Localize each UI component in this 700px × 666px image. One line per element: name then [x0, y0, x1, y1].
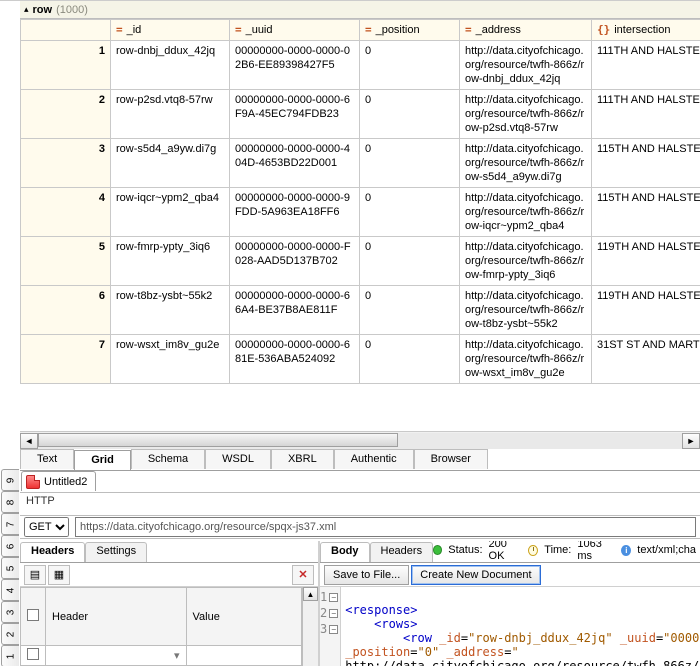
data-grid[interactable]: =_id =_uuid =_position =_address {}inter… — [20, 19, 700, 431]
status-value: 200 OK — [489, 541, 523, 562]
row-number: 1 — [21, 41, 111, 90]
response-status-bar: Status: 200 OK Time: 1063 ms i text/xml;… — [433, 541, 700, 562]
attribute-icon: = — [116, 23, 123, 36]
clock-icon — [528, 545, 538, 556]
http-panel-title: HTTP — [20, 493, 700, 511]
scroll-up-button[interactable]: ▲ — [303, 587, 318, 601]
content-type: text/xml;cha — [637, 544, 696, 556]
delete-x-icon: ✕ — [298, 568, 307, 581]
header-row-empty[interactable]: ▾ — [21, 646, 302, 666]
insert-header-button[interactable]: ▤ — [24, 565, 46, 585]
fold-icon[interactable]: − — [329, 593, 338, 602]
table-row[interactable]: 3 row-s5d4_a9yw.di7g 00000000-0000-0000-… — [21, 139, 700, 188]
fold-icon[interactable]: − — [329, 625, 338, 634]
fold-icon[interactable]: − — [329, 609, 338, 618]
vertical-tab-3[interactable]: 3 — [1, 601, 19, 623]
table-row[interactable]: 5 row-fmrp-ypty_3iq6 00000000-0000-0000-… — [21, 237, 700, 286]
http-method-select[interactable]: GET — [24, 517, 69, 537]
root-element-count: (1000) — [56, 4, 88, 16]
vertical-tab-2[interactable]: 2 — [1, 623, 19, 645]
scroll-track[interactable] — [38, 433, 682, 449]
horizontal-scrollbar[interactable]: ◄ ► — [20, 431, 700, 449]
table-row[interactable]: 7 row-wsxt_im8v_gu2e 00000000-0000-0000-… — [21, 335, 700, 384]
tab-text[interactable]: Text — [20, 449, 74, 469]
column-header-address[interactable]: =_address — [459, 20, 591, 41]
grid-corner — [21, 20, 111, 41]
http-url-input[interactable] — [75, 517, 696, 537]
cell-intersection[interactable]: 111TH AND HALSTED — [591, 41, 700, 90]
vertical-tab-strip: 1 2 3 4 5 6 7 8 9 — [0, 1, 20, 666]
tab-grid[interactable]: Grid — [74, 450, 131, 470]
save-to-file-button[interactable]: Save to File... — [324, 565, 409, 585]
table-row[interactable]: 2 row-p2sd.vtq8-57rw 00000000-0000-0000-… — [21, 90, 700, 139]
root-element-name: row — [33, 4, 53, 16]
attribute-icon: = — [465, 23, 472, 36]
cell-position[interactable]: 0 — [359, 41, 459, 90]
code-content[interactable]: <response> <rows> <row _id="row-dnbj_ddu… — [341, 587, 700, 666]
xml-file-icon — [26, 475, 40, 489]
column-header-position[interactable]: =_position — [359, 20, 459, 41]
header-value-column[interactable]: Value — [186, 588, 301, 646]
http-request-bar: GET — [20, 515, 700, 539]
vertical-tab-1[interactable]: 1 — [1, 645, 19, 666]
vertical-tab-6[interactable]: 6 — [1, 535, 19, 557]
create-new-document-button[interactable]: Create New Document — [411, 565, 540, 585]
cell-id[interactable]: row-dnbj_ddux_42jq — [111, 41, 230, 90]
cell-address[interactable]: http://data.cityofchicago.org/resource/t… — [459, 41, 591, 90]
element-icon: {} — [597, 23, 610, 36]
time-label: Time: — [544, 544, 571, 556]
attribute-icon: = — [365, 23, 372, 36]
vertical-tab-4[interactable]: 4 — [1, 579, 19, 601]
info-icon: i — [621, 545, 631, 556]
tab-response-headers[interactable]: Headers — [370, 542, 434, 562]
document-tab-bar: Untitled2 — [20, 471, 700, 493]
table-row[interactable]: 1 row-dnbj_ddux_42jq 00000000-0000-0000-… — [21, 41, 700, 90]
headers-vscroll[interactable]: ▲ — [302, 587, 318, 666]
column-header-id[interactable]: =_id — [111, 20, 230, 41]
grid-root-header[interactable]: ▴ row (1000) — [20, 1, 700, 19]
status-label: Status: — [448, 544, 482, 556]
time-value: 1063 ms — [577, 541, 615, 562]
cell-uuid[interactable]: 00000000-0000-0000-02B6-EE89398427F5 — [229, 41, 359, 90]
tab-browser[interactable]: Browser — [414, 449, 488, 469]
scroll-thumb[interactable] — [38, 433, 398, 447]
scroll-right-button[interactable]: ► — [682, 433, 700, 449]
tab-authentic[interactable]: Authentic — [334, 449, 414, 469]
checkbox[interactable] — [27, 648, 39, 660]
table-row[interactable]: 4 row-iqcr~ypm2_qba4 00000000-0000-0000-… — [21, 188, 700, 237]
status-ok-icon — [433, 545, 442, 555]
column-header-intersection[interactable]: {}intersection — [591, 20, 700, 41]
scroll-left-button[interactable]: ◄ — [20, 433, 38, 449]
line-gutter: 1− 2− 3− 4 5 — [320, 587, 341, 666]
append-header-button[interactable]: ▦ — [48, 565, 70, 585]
tab-request-settings[interactable]: Settings — [85, 542, 147, 562]
response-body-editor[interactable]: 1− 2− 3− 4 5 <response> <rows> <row _id=… — [320, 587, 700, 666]
header-name-column[interactable]: Header — [46, 588, 187, 646]
delete-header-button[interactable]: ✕ — [292, 565, 314, 585]
view-tab-bar: Text Grid Schema WSDL XBRL Authentic Bro… — [20, 449, 700, 471]
vertical-tab-7[interactable]: 7 — [1, 513, 19, 535]
tab-wsdl[interactable]: WSDL — [205, 449, 271, 469]
tab-request-headers[interactable]: Headers — [20, 542, 85, 562]
header-enable-column — [21, 588, 46, 646]
column-header-uuid[interactable]: =_uuid — [229, 20, 359, 41]
tab-xbrl[interactable]: XBRL — [271, 449, 334, 469]
checkbox-icon — [27, 609, 39, 621]
tab-response-body[interactable]: Body — [320, 542, 370, 562]
attribute-icon: = — [235, 23, 242, 36]
request-panel: Headers Settings ▤ ▦ ✕ Header Value — [20, 541, 320, 666]
document-tab[interactable]: Untitled2 — [21, 471, 96, 491]
tab-schema[interactable]: Schema — [131, 449, 205, 469]
vertical-tab-8[interactable]: 8 — [1, 491, 19, 513]
response-panel: Body Headers Status: 200 OK Time: 1063 m… — [320, 541, 700, 666]
table-row[interactable]: 6 row-t8bz-ysbt~55k2 00000000-0000-0000-… — [21, 286, 700, 335]
collapse-triangle-icon[interactable]: ▴ — [24, 4, 29, 15]
vertical-tab-5[interactable]: 5 — [1, 557, 19, 579]
vertical-tab-9[interactable]: 9 — [1, 469, 19, 491]
document-tab-label: Untitled2 — [44, 476, 87, 488]
